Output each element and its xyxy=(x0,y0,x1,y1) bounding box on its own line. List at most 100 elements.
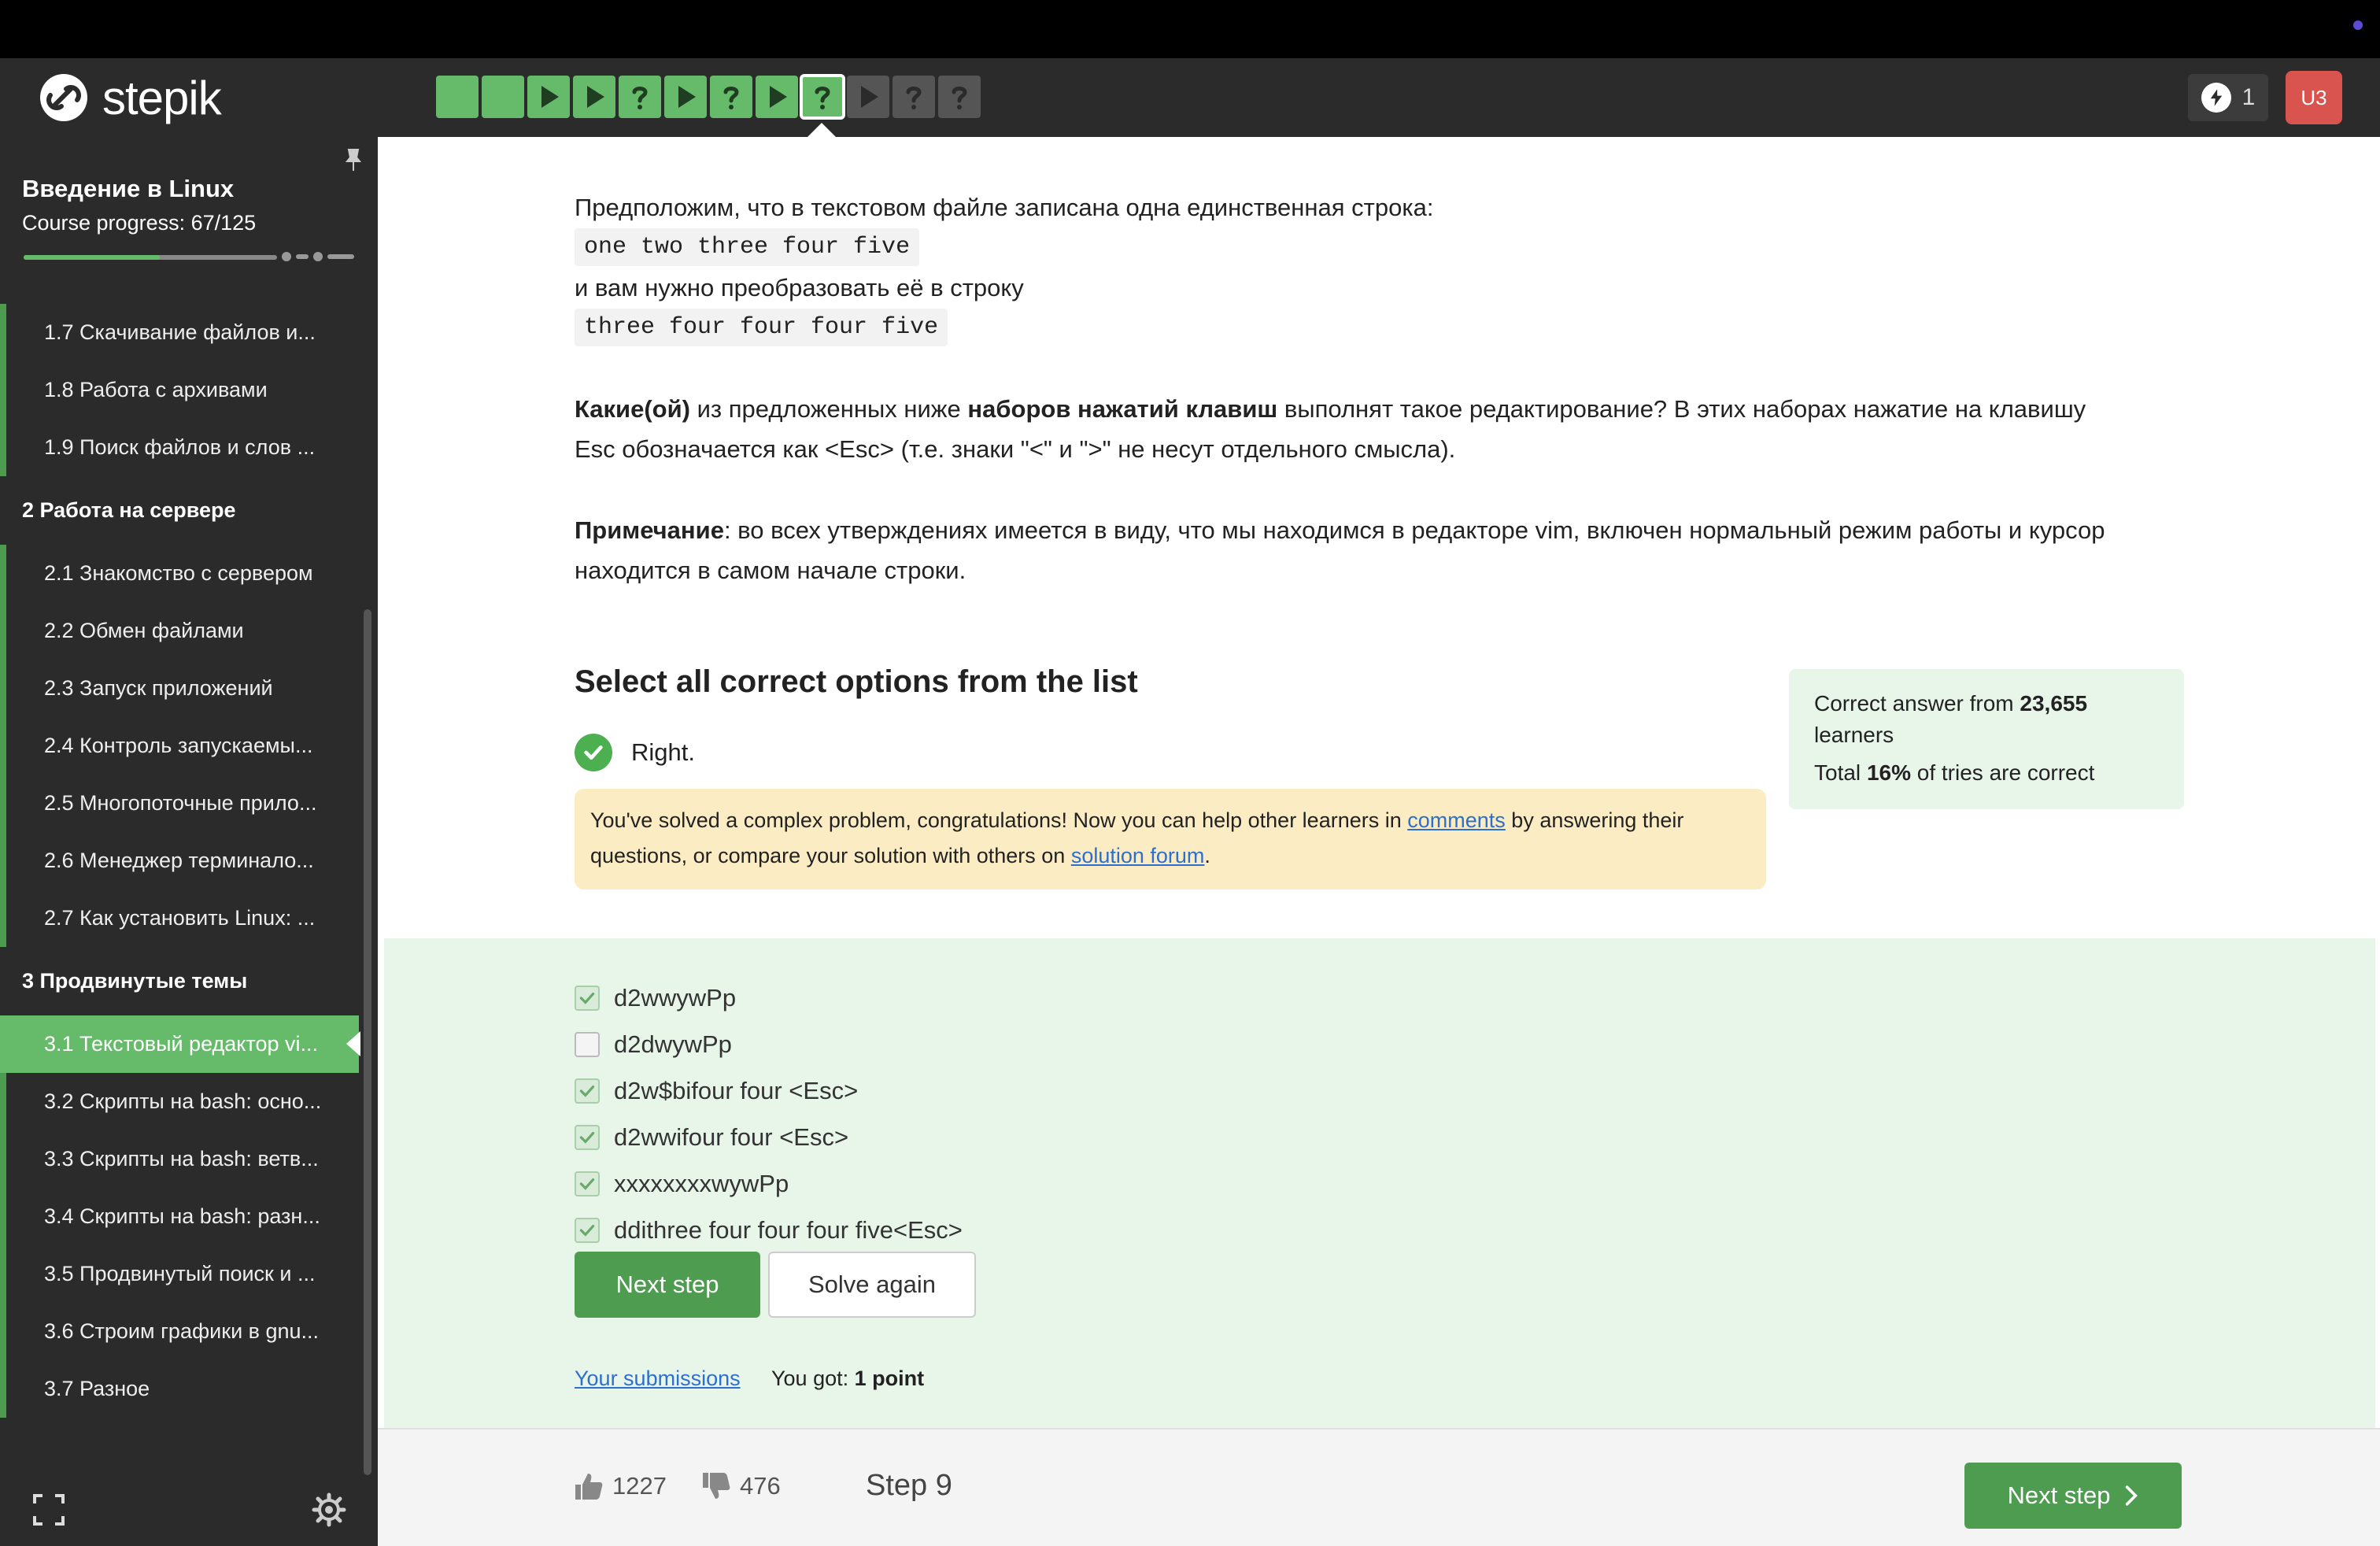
course-title[interactable]: Введение в Linux xyxy=(22,175,234,203)
footer-next-step-button[interactable]: Next step xyxy=(1964,1463,2182,1529)
score-text: You got: 1 point xyxy=(771,1367,924,1391)
progress-dash xyxy=(327,254,354,259)
score-points: 1 point xyxy=(854,1367,925,1390)
option-checkbox[interactable] xyxy=(575,986,600,1011)
gear-icon[interactable] xyxy=(312,1492,346,1527)
stats-line: Total 16% of tries are correct xyxy=(1814,757,2159,789)
play-icon xyxy=(770,86,787,108)
answer-option[interactable]: d2w$bifour four <Esc> xyxy=(575,1075,858,1107)
sidebar-lesson[interactable]: 2.3 Запуск приложений xyxy=(0,660,364,717)
fullscreen-icon[interactable] xyxy=(33,1494,65,1526)
step-button[interactable] xyxy=(482,76,524,118)
lesson-progress-bar xyxy=(0,717,6,775)
sidebar-lesson[interactable]: 2.2 Обмен файлами xyxy=(0,602,364,660)
answer-option[interactable]: xxxxxxxxwywPp xyxy=(575,1168,789,1200)
step-button[interactable] xyxy=(710,76,752,118)
sidebar-lesson[interactable]: 2.4 Контроль запускаемы... xyxy=(0,717,364,775)
streak-button[interactable]: 1 xyxy=(2188,74,2268,121)
result-label: Right. xyxy=(631,738,695,766)
comments-link[interactable]: comments xyxy=(1407,808,1506,832)
option-checkbox[interactable] xyxy=(575,1032,600,1057)
sidebar-lesson[interactable]: 3.3 Скрипты на bash: ветв... xyxy=(0,1130,364,1188)
play-icon xyxy=(678,86,696,108)
sidebar-lesson[interactable]: 2.1 Знакомство с сервером xyxy=(0,545,364,602)
answer-option[interactable]: d2wwifour four <Esc> xyxy=(575,1122,848,1153)
dislike-count: 476 xyxy=(740,1472,781,1500)
option-checkbox[interactable] xyxy=(575,1078,600,1104)
step-footer: 1227 476 Step 9 Next step xyxy=(378,1429,2380,1546)
stepik-logo[interactable]: stepik xyxy=(38,69,222,126)
option-label: d2dwywPp xyxy=(614,1030,732,1058)
sidebar-lesson[interactable]: 1.8 Работа с архивами xyxy=(0,361,364,419)
step-button[interactable] xyxy=(756,76,798,118)
step-button[interactable] xyxy=(664,76,707,118)
sidebar-lesson[interactable]: 1.9 Поиск файлов и слов ... xyxy=(0,419,364,476)
solve-again-button[interactable]: Solve again xyxy=(768,1252,976,1318)
step-button[interactable] xyxy=(619,76,661,118)
sidebar-lesson[interactable]: 3.2 Скрипты на bash: осно... xyxy=(0,1073,364,1130)
stats-panel: Correct answer from 23,655 learners Tota… xyxy=(1789,669,2184,809)
play-icon xyxy=(861,86,878,108)
stepik-logo-icon xyxy=(40,74,87,121)
sidebar-lesson[interactable]: 3.6 Строим графики в gnu... xyxy=(0,1303,364,1360)
sidebar-lesson-label: 3.2 Скрипты на bash: осно... xyxy=(44,1089,322,1113)
problem-paragraph: Предположим, что в текстовом файле запис… xyxy=(575,194,1434,221)
sidebar-lesson[interactable]: 1.7 Скачивание файлов и... xyxy=(0,304,364,361)
next-step-label: Next step xyxy=(2007,1481,2111,1509)
lesson-progress-bar xyxy=(0,419,6,476)
sidebar-lesson-active[interactable]: 3.1 Текстовый редактор vi... xyxy=(0,1015,360,1073)
lesson-progress-bar xyxy=(0,1188,6,1245)
course-progress-fill xyxy=(24,255,160,260)
sidebar-scrollbar[interactable] xyxy=(364,609,371,1475)
option-label: d2wwifour four <Esc> xyxy=(614,1123,849,1151)
step-navigation xyxy=(436,74,981,120)
sidebar-lesson[interactable]: 3.5 Продвинутый поиск и ... xyxy=(0,1245,364,1303)
sidebar-lesson-label: 2.5 Многопоточные прило... xyxy=(44,791,317,815)
option-checkbox[interactable] xyxy=(575,1218,600,1243)
lesson-progress-bar xyxy=(0,1360,6,1418)
step-button[interactable] xyxy=(436,76,479,118)
course-sidebar: Введение в Linux Course progress: 67/125… xyxy=(0,137,378,1546)
step-button[interactable] xyxy=(847,76,889,118)
answer-option[interactable]: d2wwywPp xyxy=(575,982,736,1014)
next-step-button[interactable]: Next step xyxy=(575,1252,760,1318)
question-icon xyxy=(952,87,967,109)
question-icon xyxy=(906,87,922,109)
answer-option[interactable]: d2dwywPp xyxy=(575,1029,732,1060)
step-button[interactable] xyxy=(800,74,845,120)
your-submissions-link[interactable]: Your submissions xyxy=(575,1367,741,1391)
checkmark-icon xyxy=(579,1085,595,1097)
sidebar-lesson[interactable]: 3.4 Скрипты на bash: разн... xyxy=(0,1188,364,1245)
sidebar-lesson-label: 2.3 Запуск приложений xyxy=(44,676,273,700)
option-checkbox[interactable] xyxy=(575,1125,600,1150)
option-label: d2wwywPp xyxy=(614,984,737,1012)
step-button[interactable] xyxy=(938,76,981,118)
current-step-caret xyxy=(808,123,836,137)
sidebar-lesson-label: 1.8 Работа с архивами xyxy=(44,378,268,401)
option-checkbox[interactable] xyxy=(575,1171,600,1196)
step-button[interactable] xyxy=(527,76,570,118)
pin-icon[interactable] xyxy=(345,148,362,172)
step-button[interactable] xyxy=(893,76,935,118)
step-button[interactable] xyxy=(573,76,615,118)
sidebar-lesson-label: 2.7 Как установить Linux: ... xyxy=(44,906,316,930)
like-button[interactable]: 1227 xyxy=(573,1470,667,1502)
text: находится в самом начале строки. xyxy=(575,557,966,584)
sidebar-section[interactable]: 3 Продвинутые темы xyxy=(0,947,364,1015)
course-progress-bar xyxy=(24,255,277,260)
sidebar-lesson[interactable]: 3.7 Разное xyxy=(0,1360,364,1418)
lesson-progress-bar xyxy=(0,775,6,832)
lesson-progress-bar xyxy=(0,1015,6,1073)
sidebar-lesson[interactable]: 2.6 Менеджер терминало... xyxy=(0,832,364,890)
lesson-progress-bar xyxy=(0,890,6,947)
user-avatar[interactable]: U3 xyxy=(2286,71,2342,124)
sidebar-lesson-label: 1.7 Скачивание файлов и... xyxy=(44,320,316,344)
dislike-button[interactable]: 476 xyxy=(700,1470,781,1502)
sidebar-section[interactable]: 2 Работа на сервере xyxy=(0,476,364,545)
sidebar-lesson[interactable]: 2.7 Как установить Linux: ... xyxy=(0,890,364,947)
play-icon xyxy=(541,86,559,108)
solution-forum-link[interactable]: solution forum xyxy=(1071,844,1205,867)
text: of tries are correct xyxy=(1910,760,2095,785)
answer-option[interactable]: ddithree four four four five<Esc> xyxy=(575,1215,963,1246)
sidebar-lesson[interactable]: 2.5 Многопоточные прило... xyxy=(0,775,364,832)
